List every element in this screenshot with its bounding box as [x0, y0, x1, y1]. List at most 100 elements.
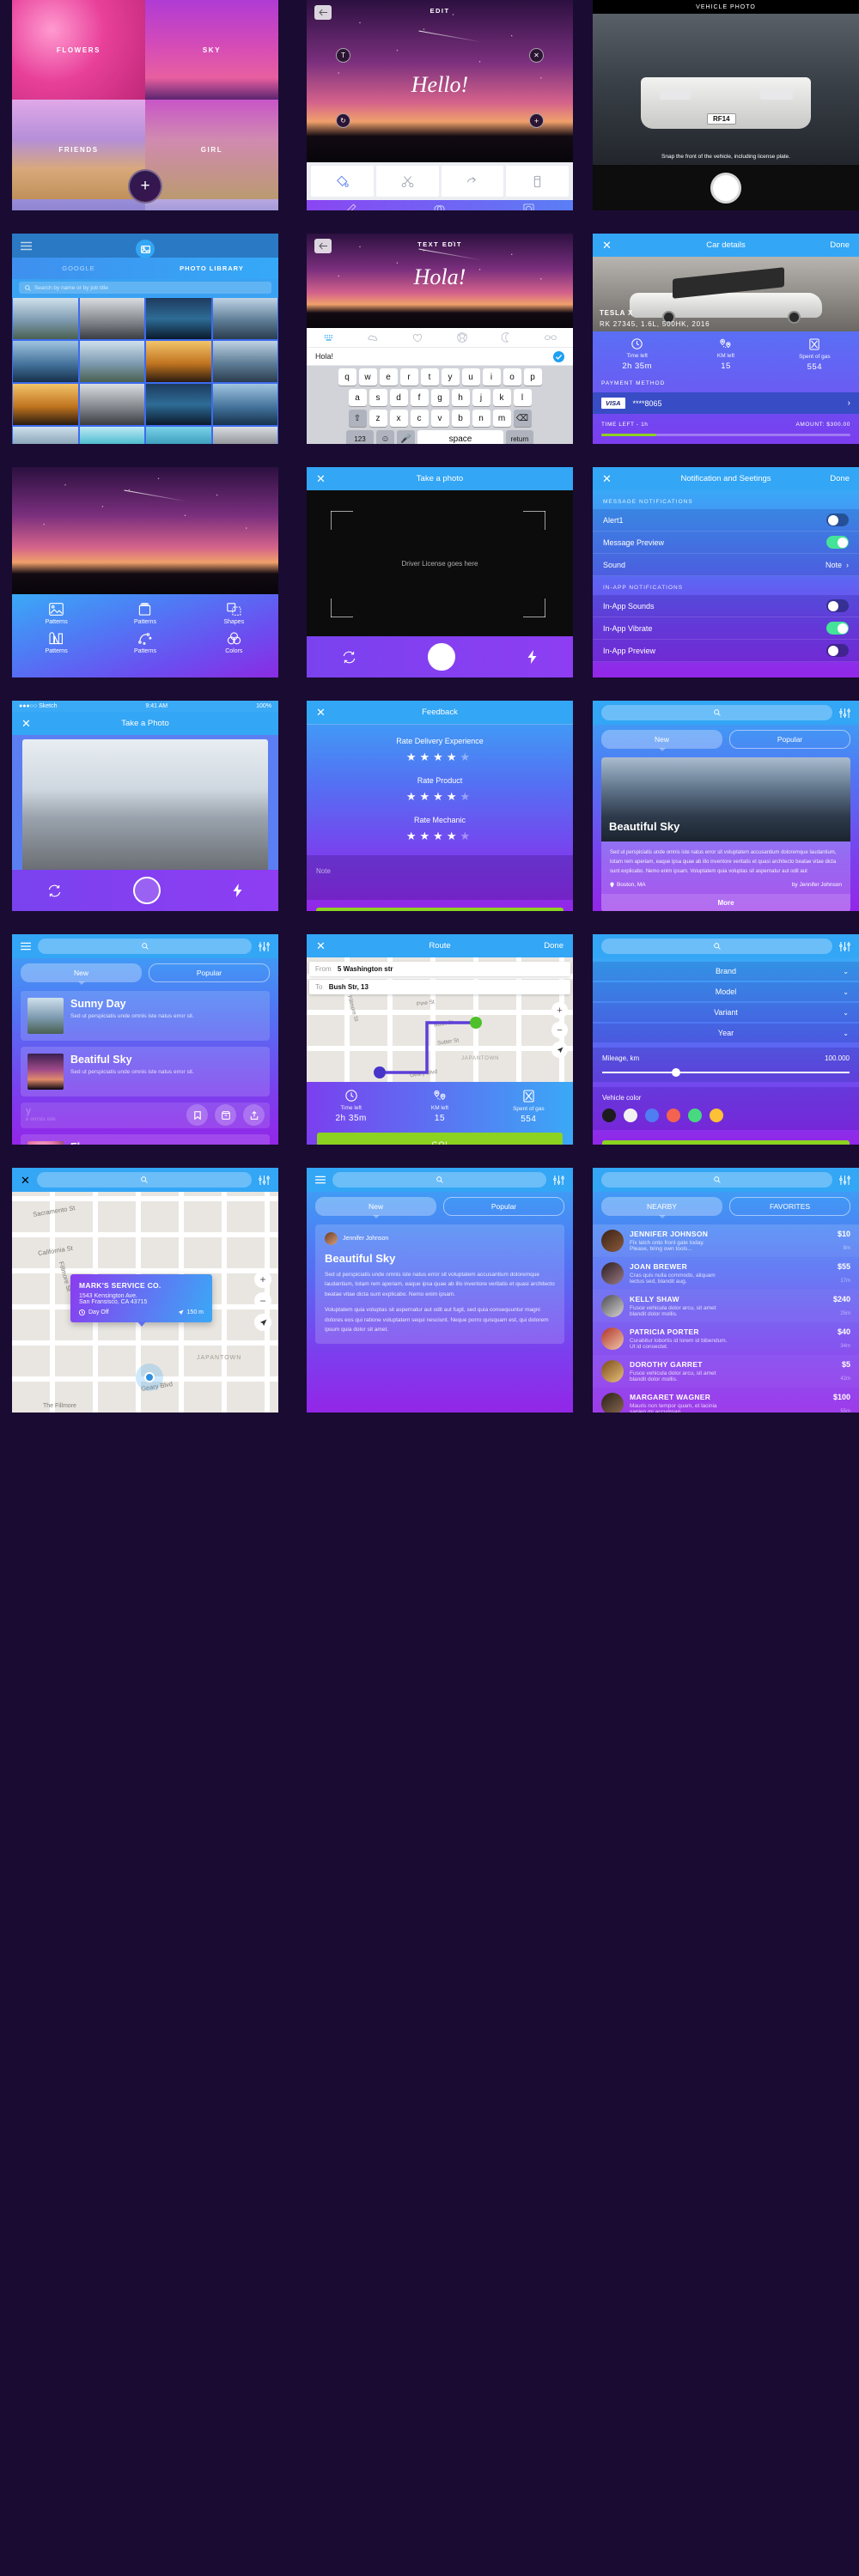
photo-thumb[interactable] [13, 384, 78, 425]
list-item[interactable]: Sunny Day Sed ut perspiciatis unde omnis… [21, 991, 270, 1041]
tool-patterns-2[interactable]: Patterns [101, 603, 189, 625]
search-input[interactable] [38, 939, 252, 954]
category-tile[interactable]: OCEAN [145, 199, 278, 210]
tab-new[interactable]: New [315, 1197, 436, 1218]
archive-icon[interactable] [215, 1104, 236, 1126]
key[interactable]: s [369, 389, 387, 406]
rating-stars[interactable]: ★★★★★ [307, 750, 573, 764]
contact-row[interactable]: JOAN BREWER $55 Cras quis nulla commodo,… [593, 1257, 859, 1290]
paint-bucket-icon[interactable] [311, 166, 374, 197]
key[interactable]: d [389, 389, 408, 406]
category-tile[interactable]: SKY [145, 0, 278, 100]
space-key[interactable]: space [417, 430, 503, 444]
photo-thumb[interactable] [212, 384, 277, 425]
photo-thumb[interactable] [212, 427, 277, 444]
toggle-alert[interactable] [826, 513, 849, 526]
share-icon[interactable] [243, 1104, 265, 1126]
clouds-icon[interactable] [368, 333, 379, 342]
photo-thumb[interactable] [212, 341, 277, 382]
glasses-icon[interactable] [545, 334, 557, 341]
text-handle[interactable]: T [336, 48, 350, 63]
overlay-text[interactable]: Hola! [307, 264, 573, 290]
check-circle-icon[interactable] [553, 350, 564, 362]
toggle-in-app-preview[interactable] [826, 644, 849, 657]
close-icon[interactable]: ✕ [21, 1175, 30, 1186]
scissors-icon[interactable] [375, 166, 439, 197]
photo-icon[interactable] [136, 240, 155, 258]
key[interactable]: v [430, 410, 449, 427]
color-swatch[interactable] [688, 1109, 702, 1122]
photo-thumb[interactable] [212, 298, 277, 339]
key[interactable]: p [523, 368, 542, 386]
pencil-icon[interactable] [345, 203, 356, 211]
tab-popular[interactable]: Popular [149, 963, 270, 982]
close-icon[interactable]: ✕ [316, 707, 326, 718]
sliders-icon[interactable] [259, 1175, 270, 1185]
tab-favorites[interactable]: FAVORITES [729, 1197, 850, 1216]
done-button[interactable]: Done [830, 474, 850, 483]
done-button[interactable]: Done [830, 240, 850, 250]
photo-thumb[interactable] [79, 341, 144, 382]
photo-thumb[interactable] [79, 298, 144, 339]
mic-key[interactable]: 🎤 [397, 430, 415, 444]
category-tile[interactable]: BUILDINGS [12, 199, 145, 210]
hamburger-icon[interactable] [315, 1176, 326, 1184]
hamburger-icon[interactable] [21, 241, 32, 251]
close-handle[interactable]: ✕ [529, 48, 544, 63]
locate-icon[interactable] [551, 1042, 568, 1058]
rotate-handle[interactable]: ↻ [336, 113, 350, 128]
close-icon[interactable]: ✕ [602, 240, 612, 251]
shutter-button[interactable] [132, 877, 161, 904]
color-swatch[interactable] [602, 1109, 616, 1122]
zoom-out-icon[interactable]: − [254, 1292, 271, 1309]
key[interactable]: c [410, 410, 429, 427]
add-handle[interactable]: + [529, 113, 544, 128]
key[interactable]: g [430, 389, 449, 406]
flip-camera-icon[interactable] [342, 651, 356, 664]
search-input[interactable]: Search by name or by job title [19, 282, 271, 294]
shutter-button[interactable] [710, 172, 741, 204]
contact-row[interactable]: KELLY SHAW $240 Fusce vehicula dolor arc… [593, 1290, 859, 1322]
confirm-button[interactable]: CONFIRM [602, 1140, 850, 1145]
key[interactable]: m [492, 410, 511, 427]
numbers-key[interactable]: 123 [346, 430, 374, 444]
search-input[interactable] [36, 1172, 252, 1188]
tool-colors[interactable]: Colors [190, 632, 278, 654]
color-swatch[interactable] [667, 1109, 680, 1122]
photo-thumb[interactable] [13, 298, 78, 339]
go-button[interactable]: GO! [317, 1133, 563, 1145]
key[interactable]: z [369, 410, 387, 427]
more-button[interactable]: More [601, 894, 850, 911]
search-input[interactable] [332, 1172, 546, 1188]
select-model[interactable]: Model ⌄ [593, 982, 859, 1001]
category-tile[interactable]: FRIENDS [12, 100, 145, 199]
tab-popular[interactable]: Popular [443, 1197, 564, 1216]
zoom-in-icon[interactable]: + [254, 1271, 271, 1288]
map-canvas[interactable]: Sacramento St California St Fillmore St … [12, 1192, 278, 1413]
key[interactable]: q [338, 368, 356, 386]
key[interactable]: i [482, 368, 501, 386]
close-icon[interactable]: ✕ [316, 940, 326, 951]
tab-new[interactable]: New [21, 963, 142, 985]
setting-in-app-sounds[interactable]: In-App Sounds [593, 595, 859, 617]
photo-thumb[interactable] [13, 427, 78, 444]
tool-patterns-4[interactable]: Patterns [101, 632, 189, 654]
tool-shapes[interactable]: Shapes [190, 603, 278, 625]
keyboard-icon[interactable] [324, 334, 334, 342]
overlay-text[interactable]: Hello! [307, 72, 573, 98]
color-swatch[interactable] [645, 1109, 659, 1122]
setting-in-app-vibrate[interactable]: In-App Vibrate [593, 617, 859, 640]
key[interactable]: y [441, 368, 460, 386]
flash-icon[interactable] [527, 650, 538, 664]
list-item-swiped[interactable]: y e omnis iste [21, 1103, 270, 1128]
bookmark-icon[interactable] [186, 1104, 208, 1126]
contact-row[interactable]: PATRICIA PORTER $40 Curabitur lobortis i… [593, 1322, 859, 1355]
key[interactable]: t [420, 368, 439, 386]
setting-alert[interactable]: Alert1 [593, 509, 859, 532]
photo-thumb[interactable] [146, 384, 211, 425]
ball-icon[interactable] [457, 332, 467, 343]
note-input[interactable]: Note [307, 855, 573, 900]
text-edit-canvas[interactable]: TEXT EDIT Hola! [307, 234, 573, 328]
sliders-icon[interactable] [839, 1175, 850, 1185]
sliders-icon[interactable] [553, 1175, 564, 1185]
